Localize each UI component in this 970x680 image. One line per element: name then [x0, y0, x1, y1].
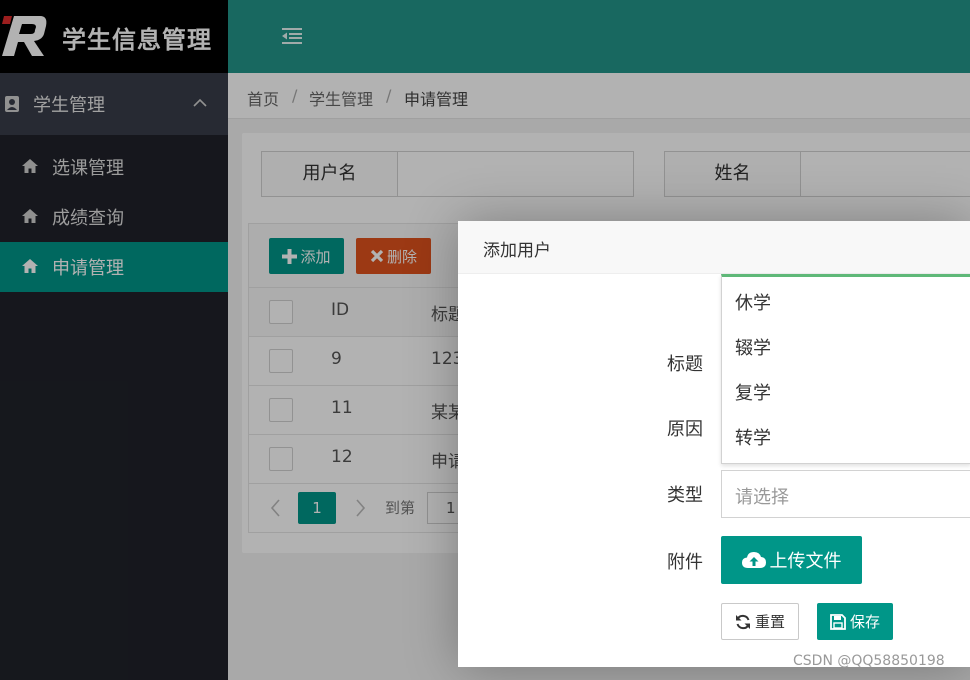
reset-button[interactable]: 重置	[721, 603, 799, 640]
watermark: CSDN @QQ58850198	[793, 653, 945, 669]
type-option-transfer[interactable]: 转学	[735, 424, 771, 450]
type-label: 类型	[667, 485, 703, 506]
type-select[interactable]: 请选择	[721, 470, 970, 518]
dialog-header: 添加用户	[458, 221, 970, 274]
save-button-label: 保存	[849, 613, 880, 631]
type-option-dropout[interactable]: 辍学	[735, 334, 771, 360]
reason-label: 原因	[667, 419, 703, 440]
refresh-icon	[735, 614, 750, 629]
title-label: 标题	[667, 354, 703, 375]
reset-button-label: 重置	[754, 613, 785, 631]
type-dropdown-list: 休学 辍学 复学 转学	[721, 274, 970, 464]
upload-file-label: 上传文件	[769, 551, 842, 572]
type-option-suspend[interactable]: 休学	[735, 289, 771, 315]
save-button[interactable]: 保存	[817, 603, 893, 640]
upload-file-button[interactable]: 上传文件	[721, 536, 862, 584]
floppy-disk-icon	[830, 613, 846, 630]
add-user-dialog: 添加用户 标题 原因 类型 附件 休学 辍学 复学 转学 请选择 上传文件 重置	[458, 221, 970, 667]
dialog-title: 添加用户	[483, 241, 551, 261]
attachment-label: 附件	[667, 552, 703, 573]
type-option-resume[interactable]: 复学	[735, 379, 771, 405]
type-select-placeholder: 请选择	[735, 487, 789, 508]
cloud-upload-icon	[741, 552, 766, 568]
